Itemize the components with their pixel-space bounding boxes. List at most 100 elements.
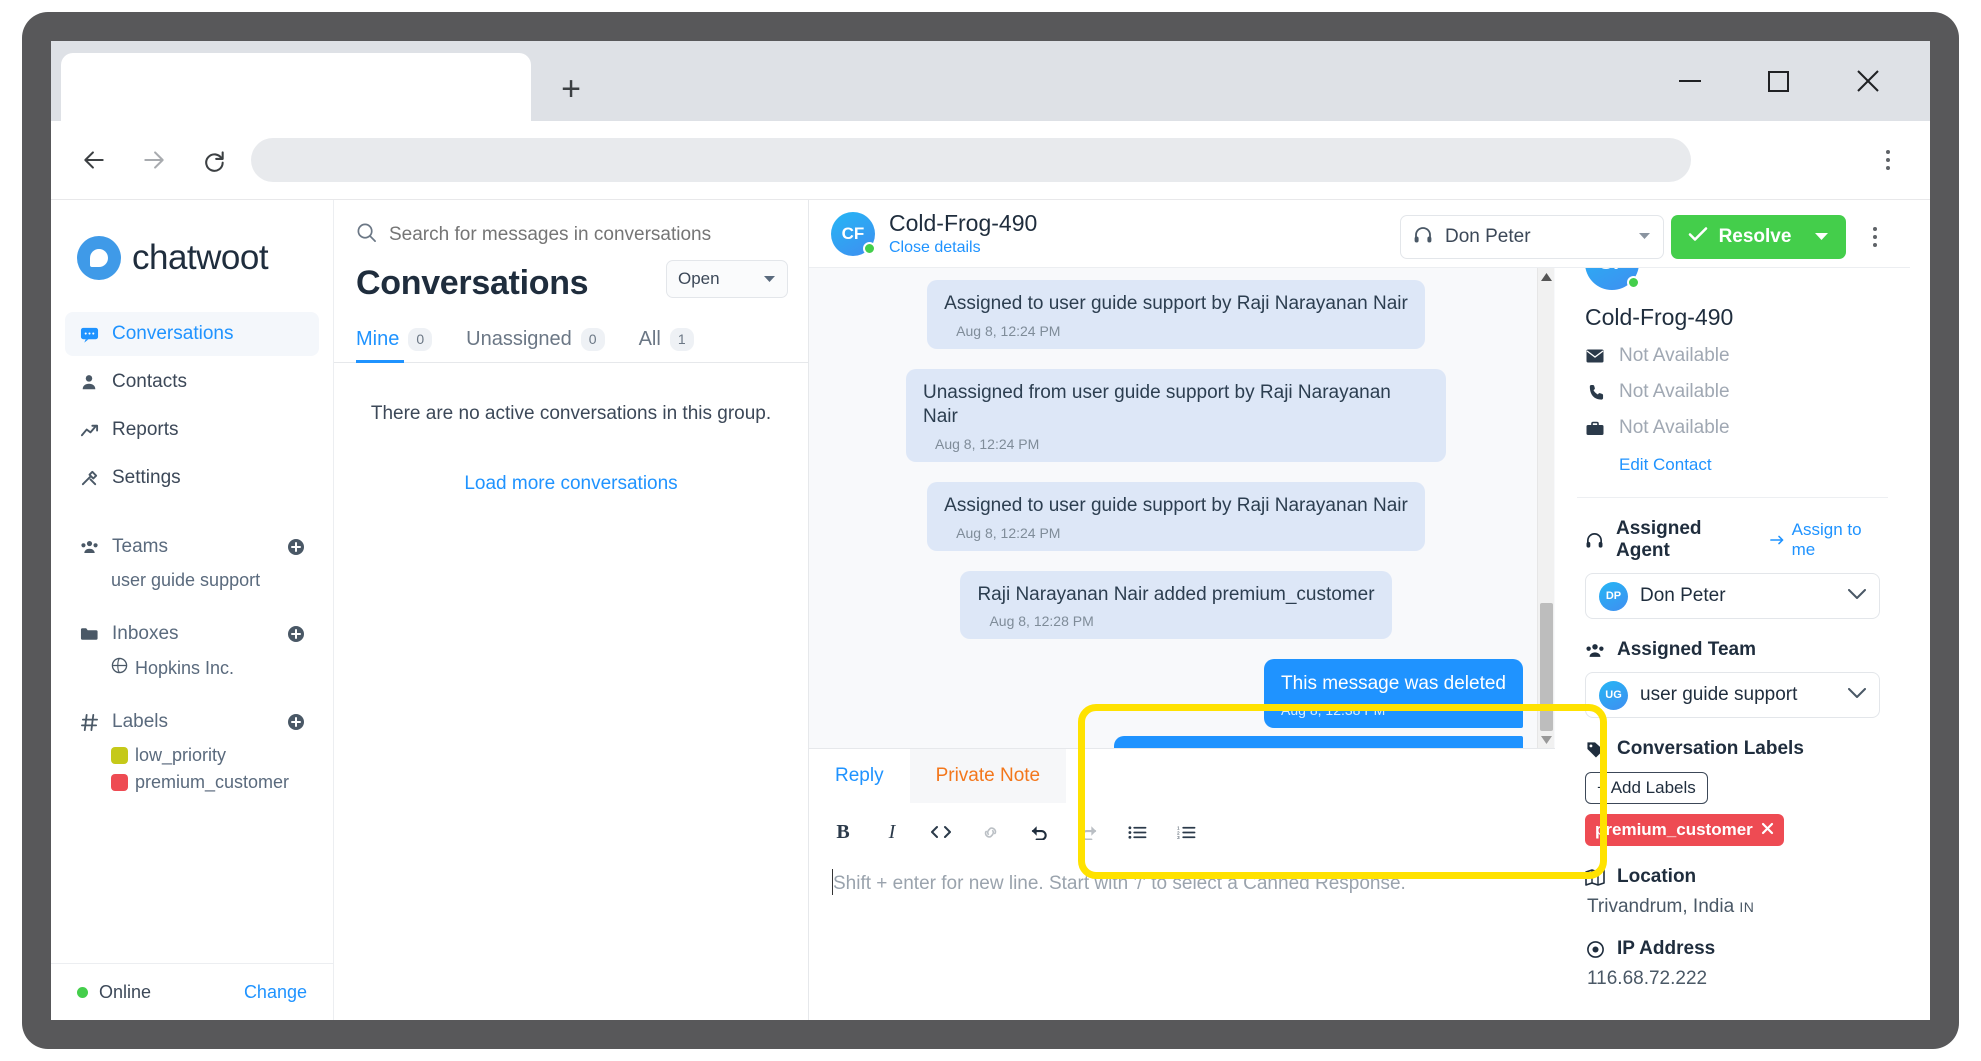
kebab-dot bbox=[1886, 166, 1890, 170]
assigned-team-dropdown[interactable]: UG user guide support bbox=[1585, 672, 1880, 718]
assign-to-me-button[interactable]: Assign to me bbox=[1770, 520, 1880, 560]
team-icon bbox=[1585, 643, 1605, 658]
tab-label: Private Note bbox=[936, 765, 1041, 787]
tab-unassigned[interactable]: Unassigned 0 bbox=[466, 328, 604, 362]
address-bar[interactable] bbox=[251, 138, 1691, 182]
bold-icon[interactable]: B bbox=[833, 822, 853, 842]
scroll-up-arrow-icon[interactable] bbox=[1538, 268, 1555, 285]
add-inbox-button[interactable] bbox=[287, 625, 305, 643]
tab-private-note[interactable]: Private Note bbox=[910, 749, 1067, 803]
reload-button[interactable] bbox=[193, 139, 235, 181]
tab-all[interactable]: All 1 bbox=[639, 328, 694, 362]
label-text: premium_customer bbox=[135, 772, 289, 793]
ordered-list-icon[interactable]: 123 bbox=[1176, 822, 1196, 842]
load-more-conversations-button[interactable]: Load more conversations bbox=[334, 473, 808, 495]
briefcase-icon bbox=[1585, 421, 1605, 436]
add-team-button[interactable] bbox=[287, 538, 305, 556]
back-button[interactable] bbox=[73, 139, 115, 181]
avatar-initials: CF bbox=[842, 224, 865, 244]
editor-tabs: Reply Private Note bbox=[809, 749, 1555, 803]
ip-address-section: IP Address 116.68.72.222 bbox=[1555, 918, 1910, 990]
assigned-agent-value: Don Peter bbox=[1640, 585, 1836, 607]
tab-reply[interactable]: Reply bbox=[809, 749, 910, 803]
forward-button[interactable] bbox=[133, 139, 175, 181]
sidebar-item-label: Contacts bbox=[112, 371, 187, 393]
activity-bubble: Assigned to user guide support by Raji N… bbox=[927, 482, 1425, 551]
message-text: Unassigned from user guide support by Ra… bbox=[923, 381, 1429, 430]
message-list-scrollbar[interactable] bbox=[1537, 268, 1554, 748]
sidebar-item-conversations[interactable]: Conversations bbox=[65, 312, 319, 356]
message-row: Assigned to user guide support by Raji N… bbox=[829, 280, 1523, 349]
label-chip-premium-customer[interactable]: premium_customer bbox=[1585, 814, 1784, 846]
message-input[interactable]: Shift + enter for new line. Start with '… bbox=[809, 847, 1555, 895]
conversation-labels-title: Conversation Labels bbox=[1617, 738, 1804, 760]
conversation-header: CF Cold-Frog-490 Close details Don Peter bbox=[809, 200, 1910, 268]
folder-icon bbox=[79, 626, 99, 642]
phone-icon bbox=[1585, 384, 1605, 401]
sidebar-item-contacts[interactable]: Contacts bbox=[65, 360, 319, 404]
primary-sidebar: chatwoot Conversations Contacts bbox=[51, 200, 334, 1020]
presence-dot-icon bbox=[863, 242, 876, 255]
avatar: DP bbox=[1599, 582, 1628, 611]
label-chip-text: premium_customer bbox=[1595, 820, 1753, 840]
sidebar-team-user-guide-support[interactable]: user guide support bbox=[65, 564, 319, 591]
sidebar-item-reports[interactable]: Reports bbox=[65, 408, 319, 452]
close-window-button[interactable] bbox=[1834, 53, 1902, 109]
italic-icon[interactable]: I bbox=[882, 822, 902, 842]
status-label: Online bbox=[99, 982, 233, 1003]
close-details-button[interactable]: Close details bbox=[889, 239, 1037, 257]
sidebar-inbox-hopkins-inc[interactable]: Hopkins Inc. bbox=[65, 651, 319, 679]
presence-dot-icon bbox=[1627, 276, 1640, 289]
chevron-down-icon bbox=[763, 269, 776, 289]
bullet-list-icon[interactable] bbox=[1127, 822, 1147, 842]
chatwoot-app: chatwoot Conversations Contacts bbox=[51, 199, 1930, 1020]
add-label-button[interactable] bbox=[287, 713, 305, 731]
browser-menu-button[interactable] bbox=[1868, 139, 1908, 181]
contact-company: Not Available bbox=[1619, 417, 1730, 439]
remove-label-icon[interactable] bbox=[1761, 820, 1774, 840]
brand-logo[interactable]: chatwoot bbox=[51, 200, 333, 280]
search-row bbox=[334, 200, 808, 248]
message-row: This message was deleted Aug 8, 12:38 PM bbox=[829, 659, 1523, 728]
message-row: Assigned to user guide support by Raji N… bbox=[829, 482, 1523, 551]
contact-email: Not Available bbox=[1619, 345, 1730, 367]
search-input[interactable] bbox=[389, 224, 788, 246]
undo-icon[interactable] bbox=[1029, 822, 1049, 842]
tab-mine[interactable]: Mine 0 bbox=[356, 328, 432, 362]
maximize-window-button[interactable] bbox=[1744, 53, 1812, 109]
edit-contact-button[interactable]: Edit Contact bbox=[1619, 455, 1910, 475]
globe-icon bbox=[111, 657, 128, 679]
tab-label: Reply bbox=[835, 765, 884, 787]
chevron-down-icon bbox=[1814, 226, 1829, 248]
resolve-button[interactable]: Resolve bbox=[1671, 215, 1846, 259]
scroll-down-arrow-icon[interactable] bbox=[1538, 731, 1555, 748]
editor-toolbar: B I bbox=[809, 803, 1555, 847]
change-status-button[interactable]: Change bbox=[244, 982, 307, 1003]
message-time: Aug 8, 12:28 PM bbox=[977, 613, 1374, 629]
sidebar-item-settings[interactable]: Settings bbox=[65, 456, 319, 500]
browser-tab[interactable] bbox=[61, 53, 531, 121]
teams-header: Teams bbox=[65, 530, 319, 564]
sidebar-label-premium-customer[interactable]: premium_customer bbox=[65, 766, 319, 793]
sidebar-label-low-priority[interactable]: low_priority bbox=[65, 739, 319, 766]
minimize-window-button[interactable] bbox=[1656, 53, 1724, 109]
conversation-more-actions-button[interactable] bbox=[1862, 222, 1888, 252]
agent-rich-message-bubble[interactable]: This Message is to show rich Text Format… bbox=[1114, 736, 1523, 748]
trending-up-icon bbox=[79, 421, 99, 440]
assignee-dropdown[interactable]: Don Peter bbox=[1400, 215, 1664, 259]
avatar-initials: DP bbox=[1606, 590, 1621, 602]
new-tab-button[interactable]: + bbox=[551, 69, 591, 109]
labels-title: Labels bbox=[112, 711, 274, 733]
inboxes-title: Inboxes bbox=[112, 623, 274, 645]
redo-icon[interactable] bbox=[1078, 822, 1098, 842]
assignee-value: Don Peter bbox=[1445, 226, 1626, 248]
resolve-label: Resolve bbox=[1719, 226, 1792, 248]
scrollbar-thumb[interactable] bbox=[1540, 603, 1553, 731]
status-filter-dropdown[interactable]: Open bbox=[666, 260, 788, 298]
link-icon[interactable] bbox=[980, 822, 1000, 842]
tab-count: 0 bbox=[408, 328, 432, 350]
agent-message-bubble[interactable]: This message was deleted Aug 8, 12:38 PM bbox=[1264, 659, 1523, 728]
add-labels-button[interactable]: + Add Labels bbox=[1585, 772, 1708, 804]
assigned-agent-dropdown[interactable]: DP Don Peter bbox=[1585, 573, 1880, 619]
code-icon[interactable] bbox=[931, 822, 951, 842]
